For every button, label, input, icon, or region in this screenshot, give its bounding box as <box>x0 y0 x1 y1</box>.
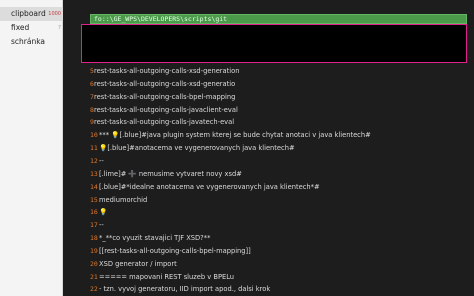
text-line[interactable]: 22- tzn. vyvoj generatoru, IID import ap… <box>63 283 474 295</box>
text-line[interactable]: 9 rest-tasks-all-outgoing-calls-javatech-… <box>63 116 474 128</box>
line-text: rest-tasks-all-outgoing-calls-bpel-mappi… <box>94 92 236 101</box>
sidebar-item-fixed[interactable]: fixed 7 <box>0 21 63 35</box>
line-number: 19 <box>90 246 98 255</box>
line-number: 14 <box>90 182 98 191</box>
line-number: 11 <box>90 144 98 153</box>
text-line[interactable]: 5 rest-tasks-all-outgoing-calls-xsd-gener… <box>63 65 474 77</box>
line-text: *_**co vyuzit stavajici TJF XSD?** <box>99 234 211 243</box>
text-line[interactable]: 19 [[rest-tasks-all-outgoing-calls-bpel-m… <box>63 245 474 257</box>
line-number: 21 <box>90 272 98 281</box>
line-text: ===== mapovani REST sluzeb v BPELu <box>99 272 235 281</box>
line-text: rest-tasks-all-outgoing-calls-xsd-genera… <box>94 79 236 88</box>
text-line[interactable]: 8 rest-tasks-all-outgoing-calls-javaclien… <box>63 104 474 116</box>
text-line[interactable]: 17 -- <box>63 219 474 231</box>
line-text: -- <box>99 221 104 230</box>
line-text: 💡 <box>99 208 108 217</box>
line-text: rest-tasks-all-outgoing-calls-javatech-e… <box>94 118 235 127</box>
line-text: 💡[.blue]#anotacema ve vygenerovanych jav… <box>99 144 295 153</box>
line-text: rest-tasks-all-outgoing-calls-javaclient… <box>94 105 238 114</box>
line-number: 22 <box>90 285 98 294</box>
line-number: 10 <box>90 131 98 140</box>
line-text: [.lime]# ➕ nemusime vytvaret novy xsd# <box>99 169 242 178</box>
line-text: XSD generator / import <box>99 259 177 268</box>
text-line[interactable]: 11 💡[.blue]#anotacema ve vygenerovanych j… <box>63 142 474 154</box>
line-number: 15 <box>90 195 98 204</box>
path-highlight: fo::\GE_WPS\DEVELOPERS\scripts\git <box>90 14 467 24</box>
line-number: 13 <box>90 169 98 178</box>
text-line[interactable]: 15 mediumorchid <box>63 194 474 206</box>
clip-preview-editor[interactable]: fo::\GE_WPS\DEVELOPERS\scripts\git 5 rest… <box>63 0 474 296</box>
text-line[interactable]: 10 *** 💡[.blue]#java plugin system kterej… <box>63 129 474 141</box>
text-line[interactable]: 21 ===== mapovani REST sluzeb v BPELu <box>63 271 474 283</box>
line-text: [[rest-tasks-all-outgoing-calls-bpel-map… <box>99 246 251 255</box>
selection-box <box>81 24 467 63</box>
text-line[interactable]: 7 rest-tasks-all-outgoing-calls-bpel-mapp… <box>63 91 474 103</box>
line-number: 12 <box>90 156 98 165</box>
text-line[interactable]: 14 [.blue]#*idealne anotacema ve vygenero… <box>63 181 474 193</box>
text-line[interactable]: 12 -- <box>63 155 474 167</box>
line-number: 18 <box>90 234 98 243</box>
sidebar-item-label: schránka <box>11 37 46 46</box>
text-line[interactable]: 20 XSD generator / import <box>63 258 474 270</box>
clipboard-sidebar: clipboard 1000 fixed 7 schránka <box>0 0 63 296</box>
sidebar-item-schranka[interactable]: schránka <box>0 35 63 49</box>
sidebar-item-label: fixed <box>11 23 30 32</box>
line-number: 20 <box>90 259 98 268</box>
sidebar-item-count: 1000 <box>48 11 61 17</box>
sidebar-item-label: clipboard <box>11 9 46 18</box>
line-text: [.blue]#*idealne anotacema ve vygenerova… <box>99 182 320 191</box>
line-text: *** 💡[.blue]#java plugin system kterej s… <box>99 131 371 140</box>
line-text: -- <box>99 156 104 165</box>
sidebar-item-clipboard[interactable]: clipboard 1000 <box>0 7 63 21</box>
line-text: rest-tasks-all-outgoing-calls-xsd-genera… <box>94 67 240 75</box>
text-line[interactable]: 16 💡 <box>63 206 474 218</box>
text-line[interactable]: 13 [.lime]# ➕ nemusime vytvaret novy xsd# <box>63 168 474 180</box>
line-number: 16 <box>90 208 98 217</box>
text-line[interactable]: 6 rest-tasks-all-outgoing-calls-xsd-gener… <box>63 78 474 90</box>
line-text: mediumorchid <box>99 195 148 204</box>
line-number: 17 <box>90 221 98 230</box>
line-text: - tzn. vyvoj generatoru, IID import apod… <box>99 285 271 294</box>
text-line[interactable]: 18 *_**co vyuzit stavajici TJF XSD?** <box>63 232 474 244</box>
sidebar-item-count: 7 <box>57 25 61 31</box>
